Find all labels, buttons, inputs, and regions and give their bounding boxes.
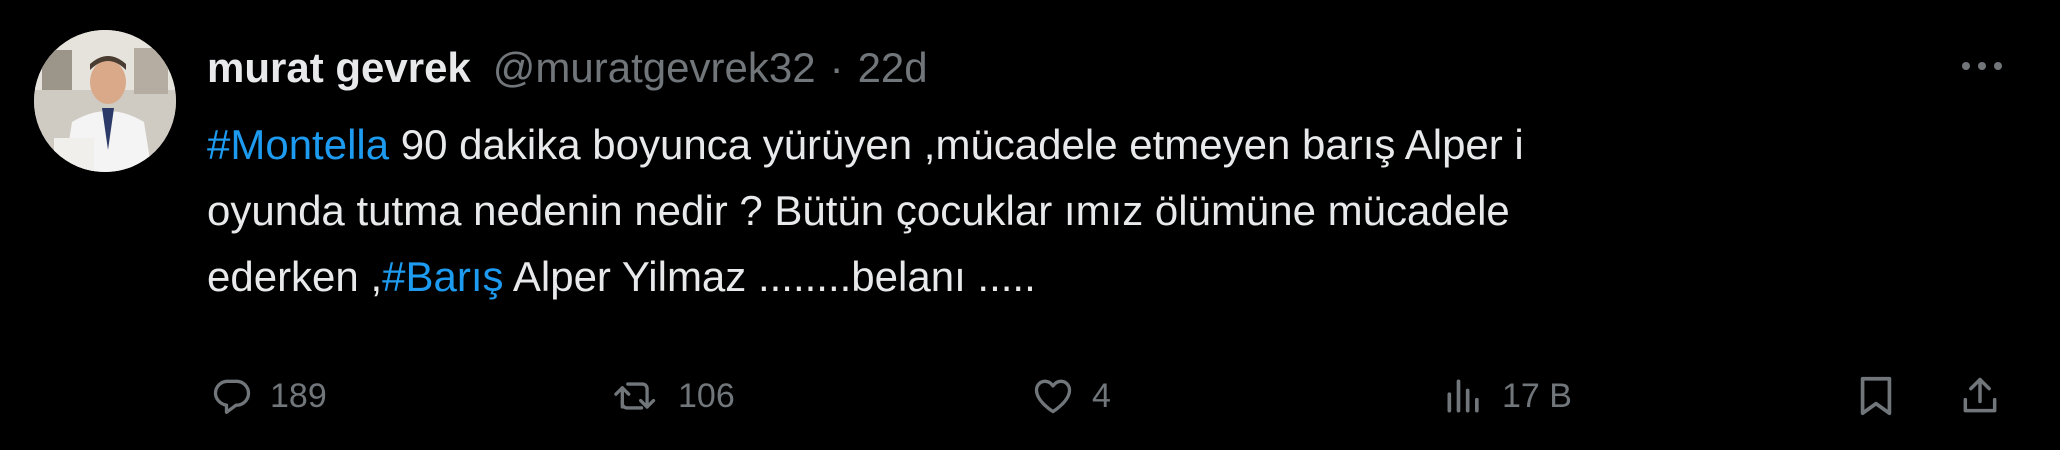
like-button[interactable]: 4 (1030, 364, 1111, 428)
timestamp[interactable]: 22d (858, 44, 928, 92)
display-name[interactable]: murat gevrek (207, 44, 471, 92)
avatar-photo (34, 30, 176, 172)
more-icon (1962, 62, 2002, 70)
tweet-header: murat gevrek @muratgevrek32 · 22d (207, 38, 928, 98)
bookmark-icon (1860, 376, 1892, 416)
tweet-text-segment: 90 dakika boyunca yürüyen ,mücadele etme… (389, 121, 1524, 168)
tweet-text-line-1: #Montella 90 dakika boyunca yürüyen ,müc… (207, 112, 1987, 178)
tweet-text: #Montella 90 dakika boyunca yürüyen ,müc… (207, 112, 1987, 310)
avatar[interactable] (34, 30, 176, 172)
views-button[interactable]: 17 B (1442, 364, 1572, 428)
heart-icon (1034, 379, 1072, 414)
bookmark-button[interactable] (1856, 364, 1896, 428)
views-icon (1447, 379, 1479, 413)
tweet-text-segment: Alper Yilmaz ........belanı ..... (503, 253, 1036, 300)
more-options-button[interactable] (1952, 44, 2012, 88)
share-icon (1963, 377, 1997, 413)
tweet-text-segment: ederken , (207, 253, 383, 300)
hashtag-link[interactable]: #Montella (207, 121, 389, 168)
share-button[interactable] (1958, 364, 2002, 428)
hashtag-link[interactable]: #Barış (382, 253, 503, 300)
tweet-text-line-2: oyunda tutma nedenin nedir ? Bütün çocuk… (207, 187, 1510, 234)
repost-count: 106 (678, 376, 735, 415)
repost-button[interactable]: 106 (612, 364, 735, 428)
separator-dot: · (829, 44, 844, 91)
reply-count: 189 (270, 376, 327, 415)
tweet-text-line-3: ederken ,#Barış Alper Yilmaz ........bel… (207, 244, 1987, 310)
view-count: 17 B (1502, 376, 1572, 415)
like-count: 4 (1092, 376, 1111, 415)
user-handle[interactable]: @muratgevrek32 (493, 44, 816, 92)
repost-icon (614, 382, 656, 410)
tweet[interactable]: murat gevrek @muratgevrek32 · 22d #Monte… (0, 0, 2060, 450)
reply-icon (213, 379, 251, 414)
reply-button[interactable]: 189 (210, 364, 327, 428)
action-bar: 189 106 4 17 B (0, 364, 2060, 428)
